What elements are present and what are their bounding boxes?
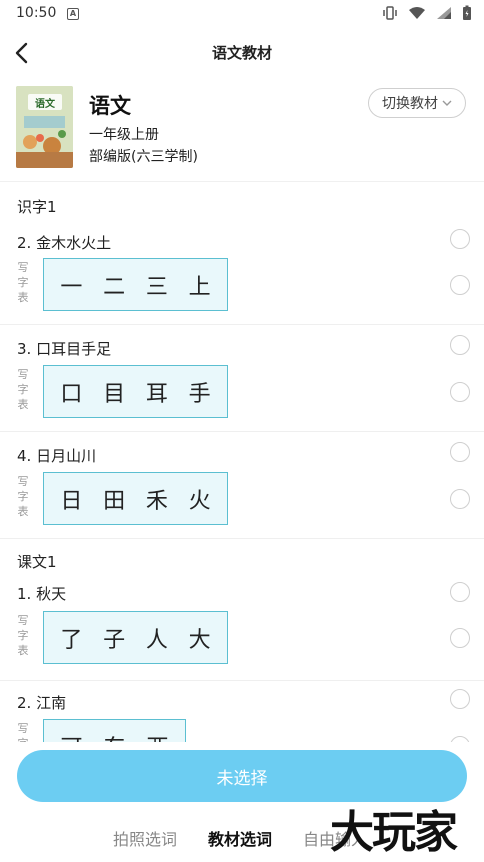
lesson-item[interactable]: 2. 江南 写字表 可 东 西 xyxy=(0,681,484,742)
char-table: 口 目 耳 手 xyxy=(43,365,228,418)
lesson-select-radio[interactable] xyxy=(450,335,470,355)
book-edition: 部编版(六三学制) xyxy=(89,149,198,165)
char: 上 xyxy=(188,274,211,300)
char: 火 xyxy=(188,488,211,514)
char: 大 xyxy=(188,627,211,653)
book-subject: 语文 xyxy=(89,94,131,118)
char-table-select-radio[interactable] xyxy=(450,382,470,402)
char: 了 xyxy=(60,627,83,653)
lesson-item[interactable]: 3. 口耳目手足 写字表 口 目 耳 手 xyxy=(0,325,484,432)
char: 二 xyxy=(103,274,126,300)
char-table: 日 田 禾 火 xyxy=(43,472,228,525)
char: 手 xyxy=(188,381,211,407)
tab-photo-select[interactable]: 拍照选词 xyxy=(113,826,177,850)
write-table-label: 写字表 xyxy=(17,261,29,304)
status-bar: 10:50 A xyxy=(0,0,484,28)
lesson-select-radio[interactable] xyxy=(450,689,470,709)
char-table: 可 东 西 xyxy=(43,719,186,742)
chevron-down-icon xyxy=(442,100,452,106)
lesson-list[interactable]: 识字1 2. 金木水火土 写字表 一 二 三 上 3. 口耳目手足 写字表 口 … xyxy=(0,182,484,742)
write-table-label: 写字表 xyxy=(17,722,29,742)
char: 人 xyxy=(145,627,168,653)
lesson-title: 3. 口耳目手足 xyxy=(17,340,112,358)
char: 子 xyxy=(103,627,126,653)
section-title: 课文1 xyxy=(17,553,57,571)
write-table-label: 写字表 xyxy=(17,368,29,411)
watermark-logo: 大玩家 xyxy=(330,807,458,858)
char: 耳 xyxy=(145,381,168,407)
char-table-select-radio[interactable] xyxy=(450,489,470,509)
char-table: 了 子 人 大 xyxy=(43,611,228,664)
book-cover-text: 语文 xyxy=(35,97,56,110)
book-grade: 一年级上册 xyxy=(89,127,159,143)
char: 禾 xyxy=(145,488,168,514)
lesson-item[interactable]: 1. 秋天 写字表 了 子 人 大 xyxy=(0,581,484,681)
lesson-title: 4. 日月山川 xyxy=(17,447,97,465)
confirm-selection-button[interactable]: 未选择 xyxy=(17,750,467,802)
switch-textbook-label: 切换教材 xyxy=(382,96,438,112)
char: 西 xyxy=(143,730,173,743)
lesson-select-radio[interactable] xyxy=(450,442,470,462)
status-time: 10:50 xyxy=(16,5,57,21)
char: 目 xyxy=(103,381,126,407)
tab-textbook-select[interactable]: 教材选词 xyxy=(208,826,272,850)
char-table-select-radio[interactable] xyxy=(450,275,470,295)
char-table-select-radio[interactable] xyxy=(450,736,470,742)
battery-icon xyxy=(463,5,471,20)
lesson-select-radio[interactable] xyxy=(450,229,470,249)
wifi-icon xyxy=(409,7,425,19)
book-cover-art: 语文 xyxy=(16,86,73,168)
signal-icon xyxy=(437,7,451,19)
char-table-select-radio[interactable] xyxy=(450,628,470,648)
vibrate-icon xyxy=(383,6,397,20)
char: 日 xyxy=(60,488,83,514)
char-table: 一 二 三 上 xyxy=(43,258,228,311)
char: 口 xyxy=(60,381,83,407)
header: 语文教材 xyxy=(0,28,484,78)
textbook-info: 语文 语文 一年级上册 部编版(六三学制) 切换教材 xyxy=(0,80,484,182)
book-cover: 语文 xyxy=(16,86,73,168)
lesson-title: 2. 江南 xyxy=(17,694,67,712)
lesson-title: 1. 秋天 xyxy=(17,585,67,603)
write-table-label: 写字表 xyxy=(17,475,29,518)
lesson-title: 2. 金木水火土 xyxy=(17,234,112,252)
notification-icon: A xyxy=(67,8,79,20)
page-title: 语文教材 xyxy=(211,44,272,62)
char: 田 xyxy=(103,488,126,514)
char: 东 xyxy=(100,730,130,743)
lesson-item[interactable]: 2. 金木水火土 写字表 一 二 三 上 xyxy=(0,226,484,325)
lesson-item[interactable]: 4. 日月山川 写字表 日 田 禾 火 xyxy=(0,432,484,539)
lesson-select-radio[interactable] xyxy=(450,582,470,602)
section-title: 识字1 xyxy=(17,198,57,216)
write-table-label: 写字表 xyxy=(17,614,29,657)
switch-textbook-button[interactable]: 切换教材 xyxy=(368,88,466,118)
char: 三 xyxy=(145,274,168,300)
status-icons xyxy=(382,5,472,21)
char: 可 xyxy=(57,730,87,743)
char: 一 xyxy=(60,274,83,300)
